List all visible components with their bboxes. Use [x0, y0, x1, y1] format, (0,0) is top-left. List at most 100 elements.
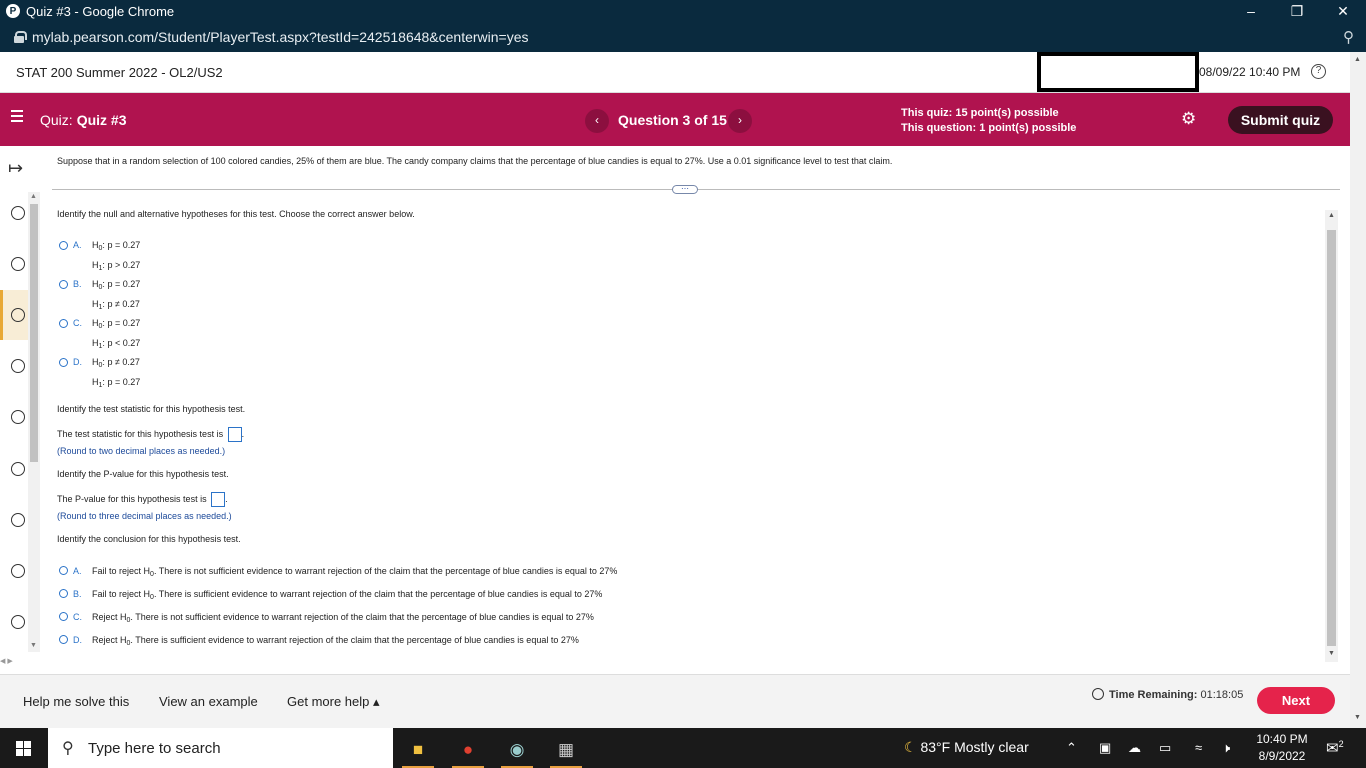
get-more-help-link[interactable]: Get more help ▴ — [287, 694, 380, 710]
help-icon[interactable]: ? — [1311, 64, 1326, 79]
quiz-name: Quiz #3 — [76, 112, 127, 128]
part2-prompt: Identify the test statistic for this hyp… — [57, 404, 246, 414]
volume-icon[interactable]: 🕨 — [1222, 740, 1230, 756]
redacted-box — [1037, 52, 1199, 92]
previous-question-button[interactable]: ‹ — [585, 109, 609, 133]
radio-button[interactable] — [59, 635, 68, 644]
taskbar-search-box[interactable]: ⚲ Type here to search — [48, 728, 393, 768]
onedrive-icon[interactable]: ☁ — [1128, 740, 1141, 756]
radio-button[interactable] — [59, 280, 68, 289]
question-stem: Suppose that in a random selection of 10… — [57, 156, 893, 166]
sidebar-scroll-thumb[interactable] — [30, 204, 38, 462]
scroll-down-arrow-icon[interactable]: ▼ — [30, 642, 37, 649]
more-options-button[interactable]: ⋯ — [672, 185, 698, 194]
radio-button[interactable] — [59, 358, 68, 367]
calculator-icon[interactable]: ▦ — [546, 732, 586, 768]
page-scrollbar[interactable]: ▲ ▼ — [1350, 52, 1366, 728]
windows-taskbar: ⚲ Type here to search ■ ● ◉ ▦ ☾ 83°F Mos… — [0, 728, 1366, 768]
course-header: STAT 200 Summer 2022 - OL2/US2 08/09/22 … — [0, 52, 1350, 93]
h0-value: p = 0.27 — [107, 240, 141, 250]
sidebar-scrollbar[interactable]: ▲ ▼ — [28, 192, 40, 652]
window-title: Quiz #3 - Google Chrome — [26, 3, 175, 19]
question-status-icon — [11, 257, 25, 271]
test-stat-hint: (Round to two decimal places as needed.) — [57, 446, 226, 456]
content-scrollbar[interactable]: ▲ ▼ — [1325, 210, 1338, 662]
conclusion-text: . There is sufficient evidence to warran… — [153, 589, 603, 599]
settings-gear-icon[interactable]: ⚙ — [1181, 110, 1196, 128]
pvalue-label: The P-value for this hypothesis test is — [57, 493, 207, 504]
question-status-icon — [11, 308, 25, 322]
system-clock[interactable]: 10:40 PM 8/9/2022 — [1252, 731, 1312, 765]
paint-icon[interactable]: ◉ — [497, 732, 537, 768]
time-remaining: Time Remaining: 01:18:05 — [1092, 688, 1243, 701]
h1-value: p ≠ 0.27 — [107, 299, 140, 309]
radio-button[interactable] — [59, 589, 68, 598]
next-question-button[interactable]: › — [728, 109, 752, 133]
address-bar[interactable]: mylab.pearson.com/Student/PlayerTest.asp… — [0, 22, 1366, 52]
file-explorer-icon[interactable]: ■ — [398, 732, 438, 768]
search-icon[interactable]: ⚲ — [1343, 28, 1354, 46]
pvalue-hint: (Round to three decimal places as needed… — [57, 511, 232, 521]
search-icon: ⚲ — [62, 740, 74, 757]
scroll-down-arrow-icon[interactable]: ▼ — [1354, 714, 1361, 721]
chevron-up-icon[interactable]: ⌃ — [1066, 740, 1077, 756]
option-letter: C. — [73, 318, 82, 328]
windows-start-icon[interactable] — [16, 741, 31, 756]
quiz-points: This quiz: 15 point(s) possible — [901, 107, 1059, 119]
quiz-label: Quiz: — [40, 112, 73, 128]
chrome-icon[interactable]: ● — [448, 732, 488, 768]
question-status-icon — [11, 615, 25, 629]
p-value-input[interactable] — [211, 492, 226, 507]
weather-widget[interactable]: ☾ 83°F Mostly clear — [904, 739, 1029, 756]
quiz-bar: Quiz: Quiz #3 ‹ Question 3 of 15 › This q… — [0, 93, 1350, 146]
close-button[interactable]: ✕ — [1320, 0, 1366, 22]
radio-button[interactable] — [59, 319, 68, 328]
view-example-link[interactable]: View an example — [159, 694, 258, 709]
option-letter: A. — [73, 240, 82, 250]
clock-time: 10:40 PM — [1256, 732, 1308, 746]
question-status-icon — [11, 206, 25, 220]
test-statistic-input[interactable] — [227, 427, 242, 442]
meet-icon[interactable]: ▣ — [1099, 740, 1111, 756]
pvalue-row: The P-value for this hypothesis test is … — [57, 492, 228, 507]
course-name: STAT 200 Summer 2022 - OL2/US2 — [16, 64, 223, 80]
search-placeholder: Type here to search — [88, 740, 221, 757]
scroll-down-arrow-icon[interactable]: ▼ — [1328, 650, 1335, 657]
scroll-up-arrow-icon[interactable]: ▲ — [1354, 56, 1361, 63]
radio-button[interactable] — [59, 566, 68, 575]
question-status-icon — [11, 564, 25, 578]
option-letter: B. — [73, 589, 82, 599]
option-letter: D. — [73, 357, 82, 367]
question-status-icon — [11, 410, 25, 424]
radio-button[interactable] — [59, 241, 68, 250]
conclusion-text: . There is sufficient evidence to warran… — [130, 635, 579, 645]
restore-button[interactable]: ❐ — [1274, 0, 1320, 22]
content-scroll-thumb[interactable] — [1327, 230, 1336, 646]
notification-icon[interactable]: ✉2 — [1326, 739, 1344, 757]
horizontal-scroll-arrows[interactable]: ◀ ▶ — [0, 657, 40, 669]
part4-prompt: Identify the conclusion for this hypothe… — [57, 534, 241, 544]
minimize-button[interactable]: – — [1228, 0, 1274, 22]
expand-sidebar-icon[interactable]: ↦ — [8, 158, 23, 179]
scroll-up-arrow-icon[interactable]: ▲ — [1328, 212, 1335, 219]
battery-icon[interactable]: ▭ — [1159, 740, 1171, 756]
question-status-icon — [11, 462, 25, 476]
submit-quiz-button[interactable]: Submit quiz — [1228, 106, 1333, 134]
h1-value: p < 0.27 — [107, 338, 141, 348]
points-info: This quiz: 15 point(s) possible This que… — [901, 106, 1076, 136]
test-stat-row: The test statistic for this hypothesis t… — [57, 427, 244, 442]
test-stat-label: The test statistic for this hypothesis t… — [57, 428, 224, 439]
wifi-icon[interactable]: ≈ — [1195, 740, 1202, 755]
radio-button[interactable] — [59, 612, 68, 621]
help-me-solve-link[interactable]: Help me solve this — [23, 694, 129, 709]
next-button[interactable]: Next — [1257, 687, 1335, 714]
clock-icon — [1092, 688, 1104, 700]
clock-date: 8/9/2022 — [1258, 749, 1306, 763]
scroll-up-arrow-icon[interactable]: ▲ — [30, 193, 37, 200]
h0-value: p = 0.27 — [107, 279, 141, 289]
url-text[interactable]: mylab.pearson.com/Student/PlayerTest.asp… — [32, 29, 529, 45]
quiz-footer: Help me solve this View an example Get m… — [0, 674, 1350, 728]
time-label: Time Remaining: — [1109, 689, 1198, 701]
question-status-icon — [11, 359, 25, 373]
menu-icon[interactable] — [11, 110, 23, 122]
